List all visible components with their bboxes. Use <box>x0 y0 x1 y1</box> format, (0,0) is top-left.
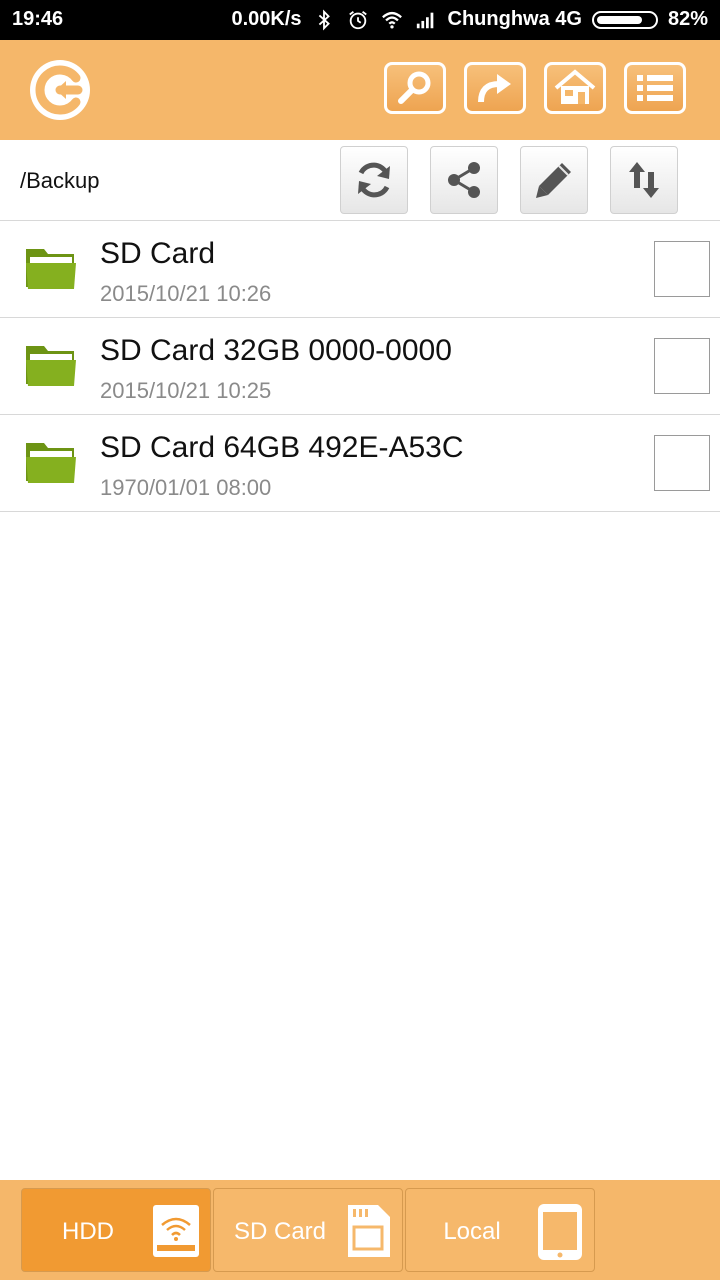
alarm-icon <box>348 10 367 29</box>
edit-button[interactable] <box>520 146 588 214</box>
wifi-icon <box>381 11 402 29</box>
folder-icon <box>26 346 76 386</box>
tab-sd-card[interactable]: SD Card <box>213 1188 403 1272</box>
tab-hdd[interactable]: HDD <box>21 1188 211 1272</box>
home-button[interactable] <box>544 62 606 114</box>
phone-icon <box>538 1204 582 1260</box>
folder-icon <box>26 249 76 289</box>
wifi-hdd-icon <box>153 1205 199 1257</box>
list-item[interactable]: SD Card 2015/10/21 10:26 <box>0 221 720 318</box>
forward-share-icon <box>478 74 511 103</box>
signal-icon <box>416 12 433 28</box>
bluetooth-icon <box>318 9 330 30</box>
list-item[interactable]: SD Card 64GB 492E-A53C 1970/01/01 08:00 <box>0 415 720 512</box>
edit-icon <box>536 163 571 198</box>
top-toolbar <box>0 40 720 140</box>
list-item[interactable]: SD Card 32GB 0000-0000 2015/10/21 10:25 <box>0 318 720 415</box>
list-icon <box>637 75 673 101</box>
forward-button[interactable] <box>464 62 526 114</box>
select-checkbox[interactable] <box>654 435 710 491</box>
sort-icon <box>629 162 659 198</box>
refresh-icon <box>358 162 390 198</box>
back-arrow-icon <box>35 65 83 115</box>
carrier-label: Chunghwa 4G <box>447 8 582 30</box>
current-path: /Backup <box>20 168 100 193</box>
file-date: 1970/01/01 08:00 <box>100 475 272 500</box>
sort-button[interactable] <box>610 146 678 214</box>
status-right: 0.00K/s Chunghwa 4G 82% <box>231 8 708 31</box>
back-button[interactable] <box>30 60 90 120</box>
battery-percent: 82% <box>667 8 708 30</box>
file-date: 2015/10/21 10:26 <box>100 281 272 306</box>
file-name: SD Card <box>100 237 216 270</box>
file-date: 2015/10/21 10:25 <box>100 378 272 403</box>
file-name: SD Card 64GB 492E-A53C <box>100 431 464 464</box>
bottom-tab-bar: HDD SD Card Local <box>0 1180 720 1280</box>
list-button[interactable] <box>624 62 686 114</box>
home-icon <box>554 69 596 104</box>
path-bar: /Backup <box>0 140 720 221</box>
select-checkbox[interactable] <box>654 241 710 297</box>
search-button[interactable] <box>384 62 446 114</box>
folder-icon <box>26 443 76 483</box>
tab-label: Local <box>443 1218 501 1245</box>
refresh-button[interactable] <box>340 146 408 214</box>
tab-label: HDD <box>62 1218 114 1245</box>
file-list: SD Card 2015/10/21 10:26 SD Card 32GB 00… <box>0 221 720 512</box>
status-bar: 19:46 0.00K/s Chunghwa 4G 82% <box>0 0 720 40</box>
status-time: 19:46 <box>12 8 64 30</box>
select-checkbox[interactable] <box>654 338 710 394</box>
share-button[interactable] <box>430 146 498 214</box>
file-name: SD Card 32GB 0000-0000 <box>100 334 452 367</box>
net-speed: 0.00K/s <box>231 8 302 30</box>
tab-local[interactable]: Local <box>405 1188 595 1272</box>
tab-label: SD Card <box>233 1218 327 1245</box>
sd-card-icon <box>348 1205 390 1257</box>
battery-icon <box>591 10 658 29</box>
search-icon <box>398 71 431 104</box>
share-icon <box>448 162 480 198</box>
